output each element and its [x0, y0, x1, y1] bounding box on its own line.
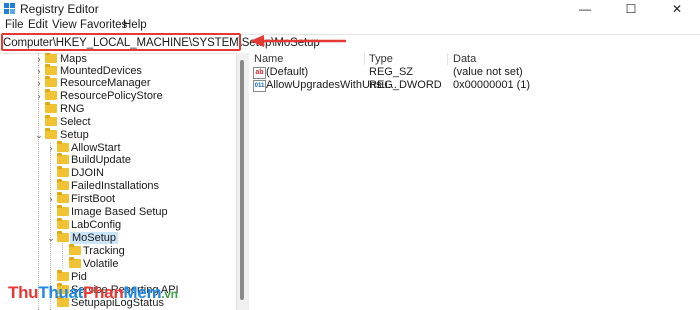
tree-item-label: Image Based Setup [71, 206, 168, 218]
chevron-down-icon[interactable]: ⌄ [34, 129, 44, 142]
scrollbar-thumb[interactable] [240, 60, 244, 300]
tree-item[interactable]: Tracking [0, 244, 235, 258]
tree-item[interactable]: RNG [0, 102, 235, 116]
watermark-part: Mem [123, 283, 162, 302]
tree-item[interactable]: › ResourceManager [0, 76, 235, 90]
key-tree: › Maps › MountedDevices › ResourceManage… [0, 53, 235, 310]
folder-icon [57, 141, 69, 152]
folder-icon [45, 115, 57, 126]
tree-item-label: FailedInstallations [71, 180, 160, 192]
watermark-part: Thu [8, 283, 39, 302]
tree-item-label: RNG [60, 103, 85, 115]
folder-icon [57, 153, 69, 164]
value-data: (value not set) [453, 66, 523, 78]
close-button[interactable]: ✕ [654, 0, 700, 18]
watermark-logo: ThuThuatPhanMem.vn [8, 283, 178, 303]
string-value-icon: ab [253, 67, 266, 79]
tree-item[interactable]: BuildUpdate [0, 153, 235, 167]
tree-item-label: AllowStart [71, 142, 121, 154]
tree-item-label: Select [60, 116, 91, 128]
tree-item-label: Volatile [83, 258, 119, 270]
tree-item[interactable]: FailedInstallations [0, 179, 235, 193]
tree-item[interactable]: LabConfig [0, 218, 235, 232]
tree-item-label: Setup [60, 129, 89, 141]
tree-item-label: DJOIN [71, 167, 104, 179]
folder-icon [69, 257, 81, 268]
folder-icon [57, 205, 69, 216]
column-header-name[interactable]: Name [254, 53, 283, 65]
tree-item-label: LabConfig [71, 219, 122, 231]
value-name: (Default) [266, 66, 309, 78]
tree-item-label: ResourceManager [60, 77, 151, 89]
folder-icon [57, 192, 69, 203]
folder-icon [45, 64, 57, 75]
tree-item-label: BuildUpdate [71, 154, 131, 166]
folder-open-icon [57, 231, 69, 242]
tree-item[interactable]: › ResourcePolicyStore [0, 89, 235, 103]
menu-help[interactable]: Help [123, 19, 147, 31]
watermark-part: .vn [161, 287, 178, 301]
folder-open-icon [45, 128, 57, 139]
tree-item-label: Tracking [83, 245, 125, 257]
window-title: Registry Editor [20, 2, 99, 16]
values-pane: Name Type Data ab (Default) REG_SZ (valu… [249, 53, 700, 310]
folder-icon [45, 102, 57, 113]
menu-bar: File Edit View Favorites Help [0, 18, 700, 34]
folder-icon [57, 179, 69, 190]
folder-icon [57, 218, 69, 229]
tree-item-label: MoSetup [70, 232, 119, 244]
column-divider[interactable] [364, 53, 365, 65]
tree-item[interactable]: ⌄ Setup [0, 128, 235, 142]
tree-item[interactable]: Image Based Setup [0, 205, 235, 219]
value-type: REG_SZ [369, 66, 414, 78]
binary-value-icon: 011 [253, 80, 266, 92]
tree-item-label: Pid [71, 271, 87, 283]
tree-item-label: ResourcePolicyStore [60, 90, 163, 102]
chevron-right-icon[interactable]: › [34, 77, 44, 90]
column-divider[interactable] [447, 53, 448, 65]
highlight-box [1, 33, 241, 51]
tree-item-selected[interactable]: ⌄ MoSetup [0, 231, 235, 245]
maximize-button[interactable]: ☐ [608, 0, 654, 18]
tree-item[interactable]: Select [0, 115, 235, 129]
menu-view[interactable]: View [52, 19, 77, 31]
tree-item[interactable]: › FirstBoot [0, 192, 235, 206]
value-row[interactable]: ab (Default) REG_SZ (value not set) [249, 66, 700, 80]
value-type: REG_DWORD [369, 79, 442, 91]
tree-item-label: MountedDevices [60, 65, 142, 77]
column-header-type[interactable]: Type [369, 53, 393, 65]
column-header-data[interactable]: Data [453, 53, 476, 65]
menu-favorites[interactable]: Favorites [80, 19, 127, 31]
minimize-button[interactable]: — [562, 0, 608, 18]
tree-item-label: Maps [60, 53, 87, 65]
value-row[interactable]: 011 AllowUpgradesWithUnsu... REG_DWORD 0… [249, 79, 700, 93]
chevron-right-icon[interactable]: › [46, 193, 56, 206]
tree-item[interactable]: DJOIN [0, 166, 235, 180]
tree-item[interactable]: Volatile [0, 257, 235, 271]
watermark-part: Phan [83, 283, 124, 302]
folder-icon [57, 270, 69, 281]
folder-icon [45, 76, 57, 87]
menu-file[interactable]: File [5, 19, 24, 31]
folder-icon [45, 89, 57, 100]
chevron-down-icon[interactable]: ⌄ [46, 232, 56, 245]
title-bar: Registry Editor — ☐ ✕ [0, 0, 700, 18]
registry-editor-icon [4, 3, 16, 15]
red-arrow-icon [250, 35, 346, 47]
watermark-part: Thuat [38, 283, 84, 302]
folder-icon [69, 244, 81, 255]
tree-item-label: FirstBoot [71, 193, 116, 205]
folder-icon [45, 53, 57, 63]
folder-icon [57, 166, 69, 177]
menu-edit[interactable]: Edit [28, 19, 48, 31]
chevron-right-icon[interactable]: › [34, 90, 44, 103]
value-data: 0x00000001 (1) [453, 79, 531, 91]
